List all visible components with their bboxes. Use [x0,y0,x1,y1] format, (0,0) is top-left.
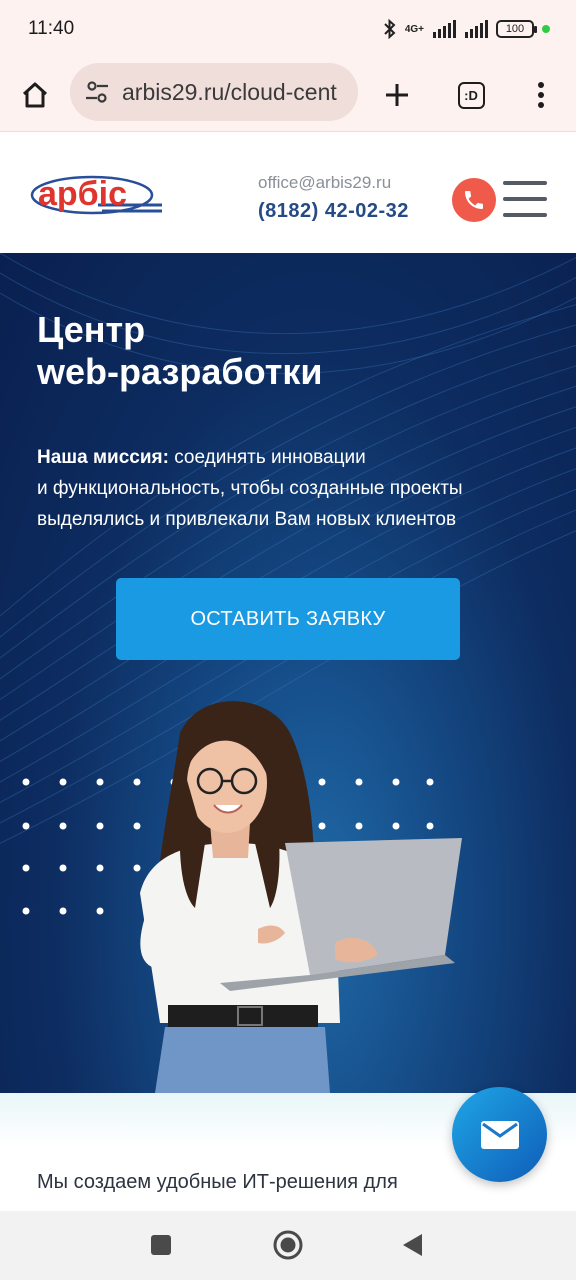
tab-count-badge: :D [457,81,485,109]
menu-button[interactable] [503,181,547,217]
hero-title: Центр web-разработки [37,309,517,393]
hero-title-line2: web-разработки [37,351,323,392]
status-icons: 4G+ 100 [383,17,550,41]
site-header: арбіс office@arbis29.ru (8182) 42-02-32 [0,133,576,253]
home-nav-button[interactable] [270,1227,306,1263]
new-tab-button[interactable] [372,70,422,120]
plus-icon [386,84,408,106]
home-icon [22,82,48,108]
call-button[interactable] [452,178,496,222]
system-nav-bar [0,1211,576,1280]
network-type: 4G+ [404,23,424,35]
hero-mission: Наша миссия: соединять инновации и функц… [37,442,537,535]
mission-line1: соединять инновации [168,447,366,468]
logo-text: арбіс [38,175,127,213]
signal-icon [433,20,456,38]
menu-icon-bar [503,197,547,201]
submit-request-button[interactable]: ОСТАВИТЬ ЗАЯВКУ [116,578,460,660]
back-icon [403,1234,422,1256]
mission-line2: и функциональность, чтобы созданные прое… [37,478,463,499]
signal-icon-2 [465,20,488,38]
hero-section: Центр web-разработки Наша миссия: соедин… [0,253,576,1093]
status-time: 11:40 [28,18,75,39]
back-button[interactable] [394,1227,430,1263]
hero-person-image [140,701,462,1093]
address-bar[interactable]: arbis29.ru/cloud-cent [70,63,358,121]
mission-line3: выделялись и привлекали Вам новых клиент… [37,509,457,530]
tab-switcher-button[interactable]: :D [446,70,496,120]
tune-icon[interactable] [84,80,110,104]
site-logo[interactable]: арбіс [28,165,162,224]
browser-toolbar: arbis29.ru/cloud-cent :D [0,58,576,132]
url-text: arbis29.ru/cloud-cent [122,78,337,105]
home-button[interactable] [10,70,60,120]
recents-button[interactable] [143,1227,179,1263]
more-vert-icon [538,82,544,108]
hero-title-line1: Центр [37,309,146,350]
mission-label: Наша миссия: [37,447,169,468]
contact-phone[interactable]: (8182) 42-02-32 [258,200,409,223]
mail-icon [480,1120,519,1149]
browser-menu-button[interactable] [516,70,566,120]
contact-email[interactable]: office@arbis29.ru [258,173,391,193]
phone-icon [465,191,483,209]
menu-icon [503,181,547,185]
status-bar: 11:40 4G+ 100 [0,0,576,58]
circle-home-icon [273,1230,303,1260]
privacy-indicator [542,25,550,33]
square-icon [151,1235,171,1255]
menu-icon-bar [503,213,547,217]
bluetooth-icon [384,19,396,39]
battery-icon: 100 [496,20,537,38]
mail-button[interactable] [452,1087,547,1182]
intro-text: Мы создаем удобные ИТ-решения для [37,1171,398,1193]
